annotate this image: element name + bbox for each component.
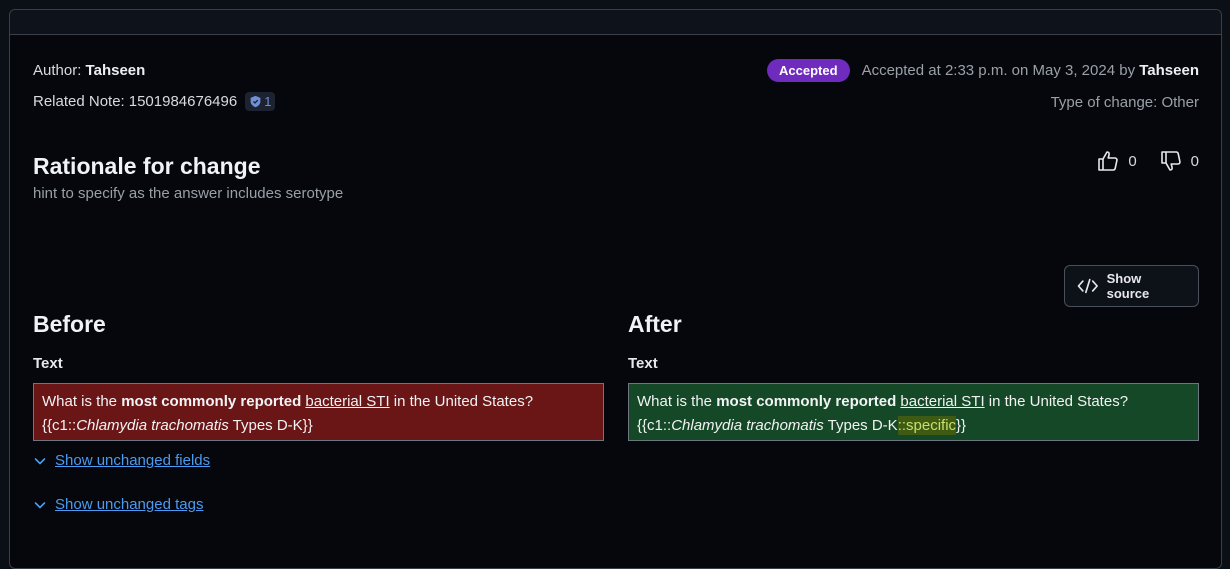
rationale-title: Rationale for change [33,153,261,179]
after-text-box: What is the most commonly reported bacte… [628,383,1199,441]
show-unchanged-tags-label[interactable]: Show unchanged tags [55,496,203,513]
rationale-text: hint to specify as the answer includes s… [33,185,344,202]
after-question-line: What is the most commonly reported bacte… [637,393,1129,410]
before-answer-line: {{c1::Chlamydia trachomatis Types D-K}} [42,417,313,434]
show-unchanged-fields-toggle[interactable]: Show unchanged fields [33,452,210,469]
type-of-change: Type of change: Other [1050,94,1199,111]
author-line: Author: Tahseen [33,62,145,79]
chevron-down-icon [34,457,46,464]
downvote-button[interactable]: 0 [1159,149,1199,173]
chevron-down-icon [34,501,46,508]
show-unchanged-fields-label[interactable]: Show unchanged fields [55,452,210,469]
note-count: 1 [264,94,272,109]
before-title: Before [33,311,106,337]
related-note-label: Related Note: [33,93,125,110]
thumbs-down-icon [1160,151,1181,171]
thumbs-up-icon [1098,151,1119,171]
after-answer-line: {{c1::Chlamydia trachomatis Types D-K::s… [637,416,967,435]
author-name[interactable]: Tahseen [86,62,146,79]
before-question-line: What is the most commonly reported bacte… [42,393,534,410]
downvote-count: 0 [1190,152,1199,170]
show-source-label: Show source [1106,271,1150,301]
upvote-count: 0 [1128,152,1137,170]
card-header [10,10,1221,35]
code-icon [1077,278,1098,294]
status-line: Accepted Accepted at 2:33 p.m. on May 3,… [767,59,1199,82]
related-note-line: Related Note: 1501984676496 1 [33,92,276,111]
status-badge: Accepted [767,59,850,82]
note-count-badge[interactable]: 1 [245,92,276,111]
before-field-label: Text [33,355,63,372]
after-title: After [628,311,682,337]
author-label: Author: [33,62,82,79]
upvote-button[interactable]: 0 [1096,149,1137,173]
shield-icon [250,95,261,108]
after-field-label: Text [628,355,658,372]
added-text-highlight: ::specific [897,416,957,435]
accepted-by-name[interactable]: Tahseen [1139,62,1199,79]
show-source-button[interactable]: Show source [1064,265,1199,307]
accepted-text: Accepted at 2:33 p.m. on May 3, 2024 by [861,62,1136,79]
related-note-id[interactable]: 1501984676496 [129,93,237,110]
before-text-box: What is the most commonly reported bacte… [33,383,604,441]
show-unchanged-tags-toggle[interactable]: Show unchanged tags [33,496,203,513]
vote-group: 0 0 [1096,149,1199,173]
